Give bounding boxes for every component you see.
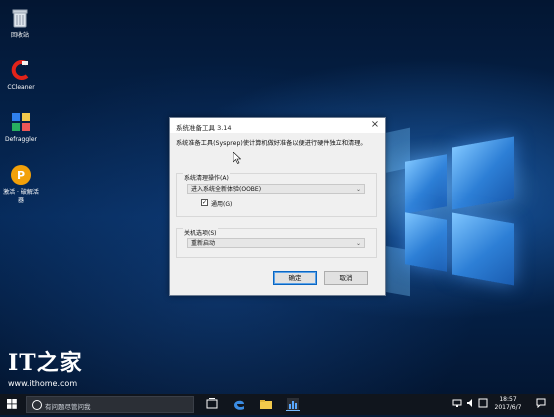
cancel-button[interactable]: 取消 — [324, 271, 368, 285]
windows-logo-pane — [405, 154, 447, 214]
close-button[interactable]: × — [369, 119, 381, 131]
windows-logo-pane — [405, 212, 447, 272]
desktop-icon-defraggler[interactable]: Defraggler — [1, 110, 41, 144]
cleanup-action-select[interactable]: 进入系统全新体验(OOBE) ⌄ — [187, 184, 365, 194]
clock-time: 18:57 — [499, 396, 517, 403]
shutdown-options-group: 关机选项(S) 重新启动 ⌄ — [176, 228, 377, 258]
desktop-icon-recycle-bin[interactable]: 回收站 — [0, 6, 40, 40]
desktop-icon-label: 激活 · 破解活器 — [3, 189, 39, 204]
desktop-icon-label: 回收站 — [10, 32, 29, 39]
taskbar-clock[interactable]: 18:57 2017/6/7 — [488, 396, 528, 412]
desktop-icon-label: CCleaner — [7, 84, 35, 91]
dialog-title: 系统准备工具 3.14 — [176, 124, 232, 132]
shutdown-options-select[interactable]: 重新启动 ⌄ — [187, 238, 365, 248]
shutdown-options-value: 重新启动 — [191, 240, 216, 247]
dialog-titlebar[interactable]: 系统准备工具 3.14 × — [170, 118, 385, 133]
file-explorer-icon[interactable] — [259, 397, 273, 411]
generalize-checkbox[interactable]: ✓ — [201, 199, 208, 206]
desktop-icon-activator[interactable]: P 激活 · 破解活器 — [1, 163, 41, 205]
svg-text:P: P — [17, 169, 25, 182]
windows-logo-pane — [452, 212, 514, 286]
watermark-logo: IT之家 — [8, 350, 83, 376]
desktop: 回收站 CCleaner Defraggler P 激活 · 破解活器 系统准备… — [0, 0, 554, 394]
cleanup-action-group: 系统清理操作(A) 进入系统全新体验(OOBE) ⌄ ✓ 通用(G) — [176, 173, 377, 217]
search-placeholder: 有问题尽管问我 — [45, 403, 91, 411]
desktop-icon-label: Defraggler — [4, 136, 37, 143]
sysprep-dialog: 系统准备工具 3.14 × 系统准备工具(Sysprep)使计算机做好准备以便进… — [169, 117, 386, 296]
start-button[interactable] — [0, 394, 24, 415]
watermark-url: www.ithome.com — [8, 379, 78, 388]
defraggler-icon — [9, 110, 33, 134]
cortana-icon — [32, 400, 42, 410]
dialog-description: 系统准备工具(Sysprep)使计算机做好准备以便进行硬件独立和清理。 — [176, 140, 367, 147]
network-icon[interactable] — [452, 398, 462, 410]
action-center-icon[interactable] — [536, 398, 546, 410]
taskbar: 有问题尽管问我 18:57 2017/6/7 — [0, 394, 554, 415]
cleanup-action-value: 进入系统全新体验(OOBE) — [191, 186, 262, 193]
input-method-icon[interactable] — [478, 398, 488, 410]
sysprep-taskbar-icon[interactable] — [286, 397, 300, 411]
activator-icon: P — [9, 163, 33, 187]
chevron-down-icon: ⌄ — [355, 186, 361, 193]
clock-date: 2017/6/7 — [494, 404, 522, 411]
windows-logo-pane — [452, 136, 514, 210]
chevron-down-icon: ⌄ — [355, 240, 361, 247]
ok-button[interactable]: 确定 — [273, 271, 317, 285]
dialog-body: 系统准备工具(Sysprep)使计算机做好准备以便进行硬件独立和清理。 系统清理… — [170, 133, 385, 295]
desktop-icon-ccleaner[interactable]: CCleaner — [1, 58, 41, 92]
edge-icon[interactable] — [232, 397, 246, 411]
ccleaner-icon — [9, 58, 33, 82]
generalize-label: 通用(G) — [211, 201, 233, 208]
search-box[interactable]: 有问题尽管问我 — [26, 396, 194, 413]
mouse-cursor-icon — [232, 151, 242, 166]
recycle-bin-icon — [8, 6, 32, 30]
ithome-watermark: IT之家 www.ithome.com — [8, 345, 83, 388]
volume-icon[interactable] — [466, 398, 476, 410]
task-view-icon[interactable] — [205, 397, 219, 411]
windows-logo-icon — [7, 399, 17, 409]
shutdown-options-label: 关机选项(S) — [183, 228, 218, 237]
cleanup-action-label: 系统清理操作(A) — [183, 173, 230, 182]
